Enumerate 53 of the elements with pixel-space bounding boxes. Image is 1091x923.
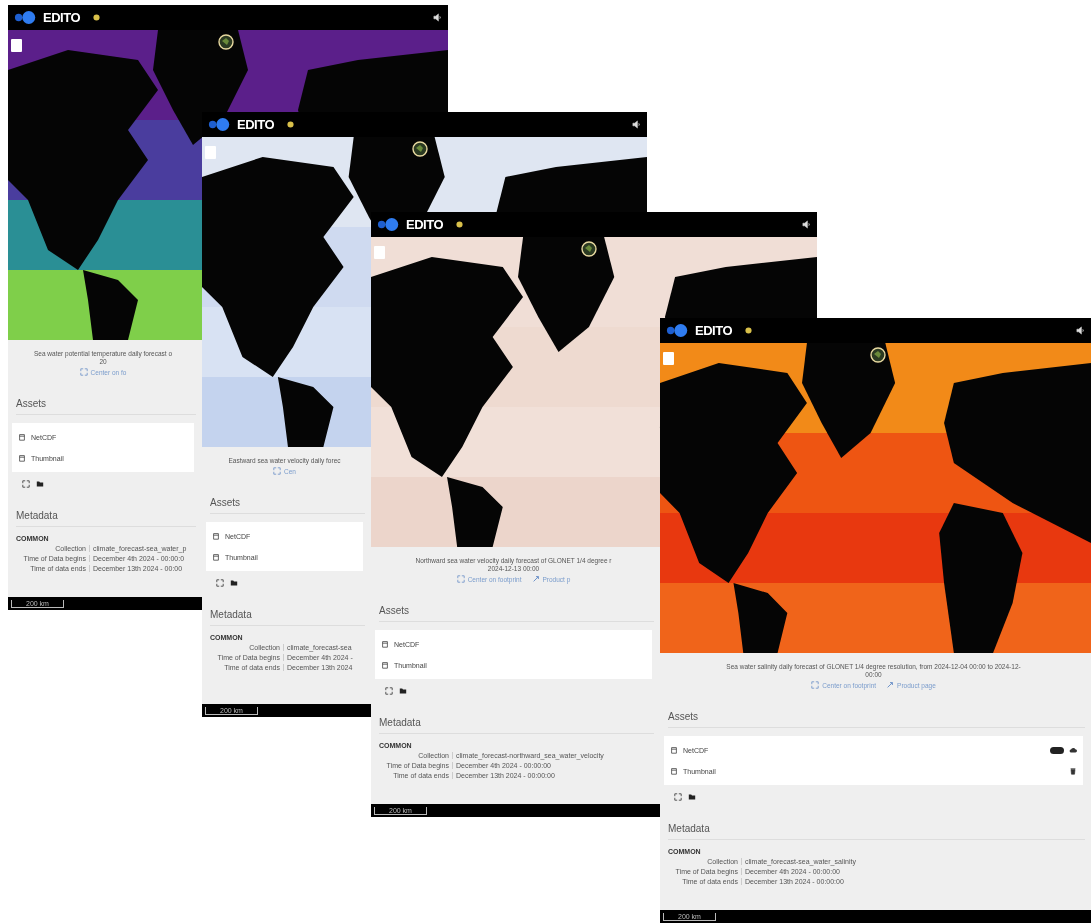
frame-corners-icon[interactable] [674, 793, 682, 801]
section-heading: Metadata [16, 510, 196, 527]
speaker-icon[interactable] [1076, 326, 1085, 335]
globe-icon[interactable] [581, 241, 597, 257]
file-icon [212, 532, 220, 540]
folder-icon[interactable] [399, 687, 407, 695]
file-icon [18, 433, 26, 441]
globe-icon[interactable] [412, 141, 428, 157]
file-icon [212, 553, 220, 561]
file-icon [381, 640, 389, 648]
section-heading: Metadata [668, 823, 1085, 840]
sun-icon [93, 14, 100, 21]
frame-corners-icon [273, 467, 282, 475]
logo-icon [666, 324, 690, 337]
frame-corners-icon [456, 575, 465, 583]
folder-icon[interactable] [36, 480, 44, 488]
globe-icon[interactable] [870, 347, 886, 363]
globe-icon[interactable] [218, 34, 234, 50]
section-heading: Assets [668, 711, 1085, 728]
section-heading: Assets [379, 605, 654, 622]
trash-icon[interactable] [1069, 767, 1077, 775]
frame-corners-icon [79, 368, 88, 376]
frame-corners-icon[interactable] [216, 579, 224, 587]
speaker-icon[interactable] [433, 13, 442, 22]
logo-icon [377, 218, 401, 231]
frame-corners-icon[interactable] [385, 687, 393, 695]
sun-icon [745, 327, 752, 334]
speaker-icon[interactable] [802, 220, 811, 229]
brand-name: EDITO [406, 217, 443, 232]
section-heading: Assets [210, 497, 365, 514]
folder-icon[interactable] [230, 579, 238, 587]
folder-icon[interactable] [688, 793, 696, 801]
file-icon [670, 767, 678, 775]
brand-name: EDITO [237, 117, 274, 132]
section-heading: Metadata [210, 609, 365, 626]
size-badge [1050, 746, 1064, 754]
brand-name: EDITO [695, 323, 732, 338]
cloud-icon[interactable] [1069, 746, 1077, 754]
frame-corners-icon[interactable] [22, 480, 30, 488]
logo-icon [208, 118, 232, 131]
section-heading: Assets [16, 398, 196, 415]
section-heading: Metadata [379, 717, 654, 734]
logo-icon [14, 11, 38, 24]
file-icon [381, 661, 389, 669]
file-icon [18, 454, 26, 462]
sun-icon [287, 121, 294, 128]
link-icon [886, 681, 895, 689]
file-icon [670, 746, 678, 754]
sun-icon [456, 221, 463, 228]
link-icon [531, 575, 540, 583]
speaker-icon[interactable] [632, 120, 641, 129]
brand-name: EDITO [43, 10, 80, 25]
frame-corners-icon [811, 681, 820, 689]
